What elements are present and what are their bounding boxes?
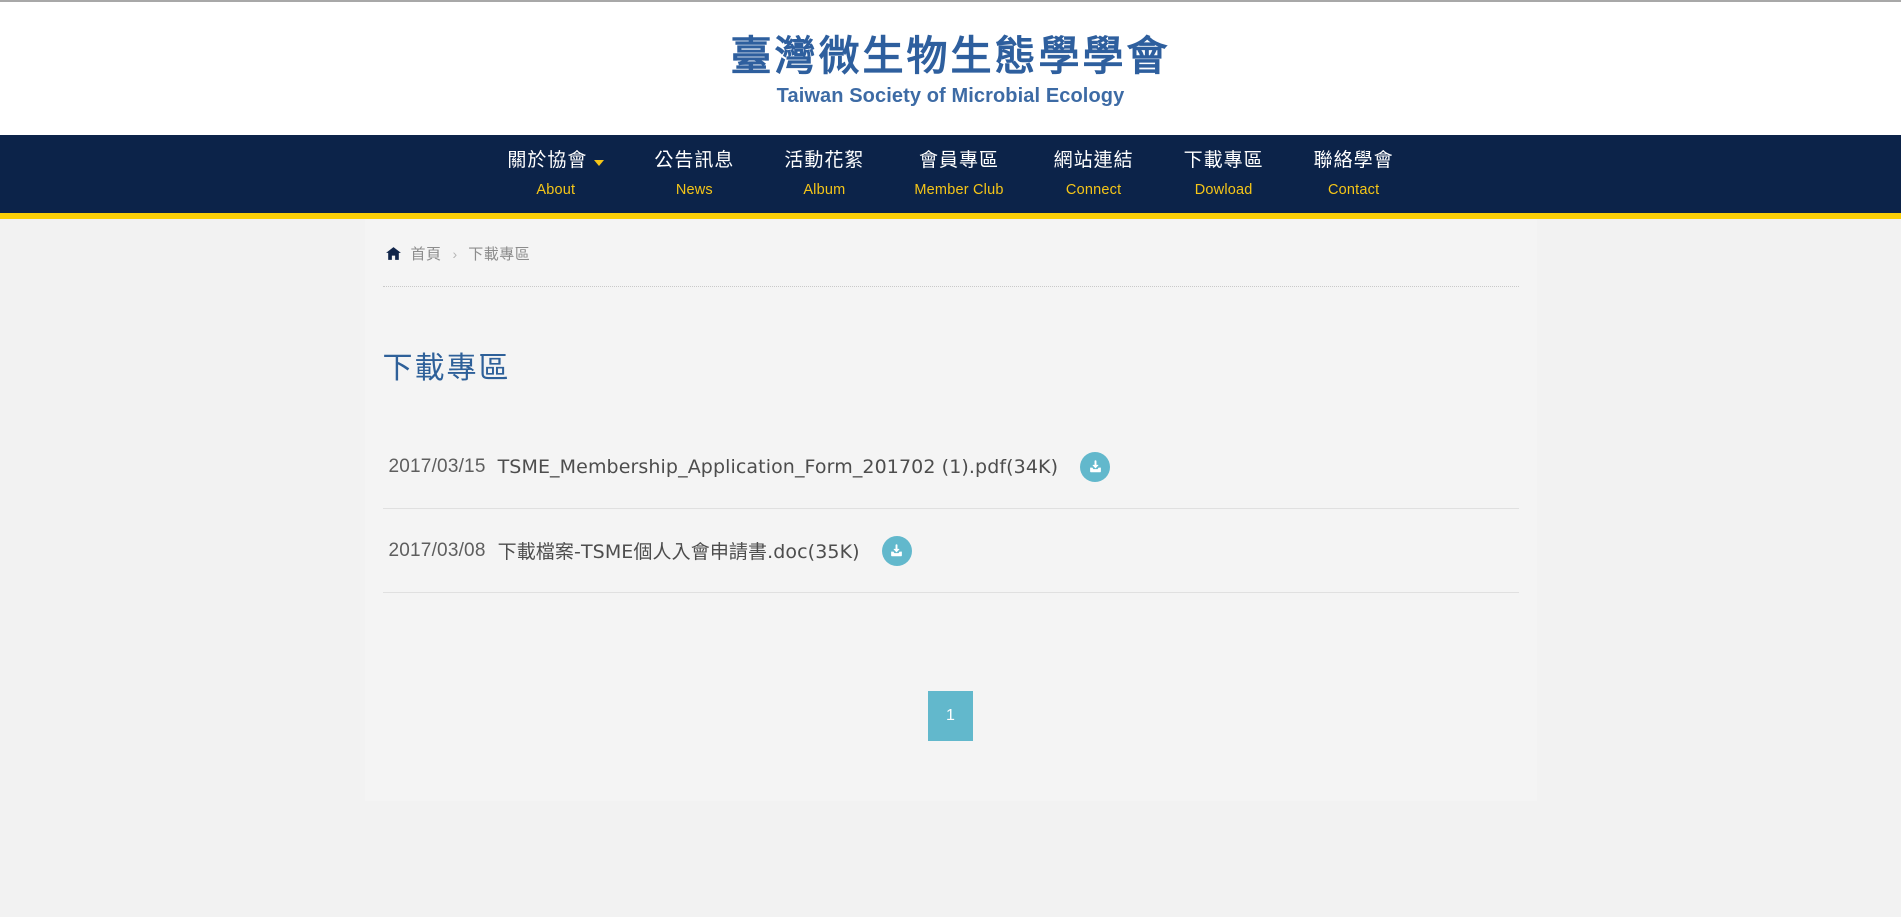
nav-label-cn-download: 下載專區 [1183, 149, 1264, 172]
download-icon[interactable] [1080, 451, 1111, 482]
nav-item-about[interactable]: 關於協會 About [482, 149, 629, 198]
logo-title-english: Taiwan Society of Microbial Ecology [776, 84, 1125, 107]
nav-label-cn-album: 活動花絮 [784, 149, 865, 172]
nav-item-member-club[interactable]: 會員專區 Member Club [889, 149, 1028, 198]
page-title: 下載專區 [382, 351, 511, 386]
nav-items-container: 關於協會 About 公告訊息 News 活動花絮 Album 會員專區 Mem… [482, 149, 1419, 198]
pagination-page-1[interactable]: 1 [928, 691, 973, 741]
site-header: 臺灣微生物生態學學會 Taiwan Society of Microbial E… [0, 2, 1901, 135]
download-date: 2017/03/15 [388, 455, 486, 477]
breadcrumb-current-page: 下載專區 [468, 245, 531, 263]
nav-label-cn-connect: 網站連結 [1053, 149, 1134, 172]
breadcrumb-separator: › [452, 245, 458, 262]
logo-title-chinese: 臺灣微生物生態學學會 [730, 31, 1171, 80]
nav-item-album[interactable]: 活動花絮 Album [759, 149, 889, 198]
nav-label-en-about: About [536, 181, 576, 198]
nav-item-news[interactable]: 公告訊息 News [629, 149, 759, 198]
nav-label-cn-news: 公告訊息 [654, 149, 735, 172]
home-icon[interactable] [385, 245, 402, 262]
nav-item-contact[interactable]: 聯絡學會 Contact [1289, 149, 1419, 198]
breadcrumb-home-link[interactable]: 首頁 [411, 243, 442, 264]
list-item: 2017/03/15 TSME_Membership_Application_F… [382, 425, 1519, 509]
download-filename: 下載檔案-TSME個人入會申請書.doc(35K) [497, 541, 860, 563]
nav-label-cn-about: 關於協會 [507, 149, 588, 172]
download-list: 2017/03/15 TSME_Membership_Application_F… [382, 425, 1519, 593]
chevron-down-icon [594, 160, 605, 166]
download-icon[interactable] [881, 535, 912, 566]
breadcrumb: 首頁 › 下載專區 [365, 219, 1537, 286]
nav-label-en-contact: Contact [1327, 181, 1380, 198]
pagination: 1 [365, 691, 1537, 801]
nav-label-en-download: Dowload [1194, 181, 1253, 198]
list-item: 2017/03/08 下載檔案-TSME個人入會申請書.doc(35K) [382, 509, 1519, 593]
nav-label-en-album: Album [803, 181, 846, 198]
page-wrapper: 首頁 › 下載專區 下載專區 2017/03/15 TSME_Membershi… [0, 219, 1901, 801]
nav-label-en-member-club: Member Club [914, 181, 1004, 198]
nav-label-en-connect: Connect [1065, 181, 1122, 198]
content-panel: 首頁 › 下載專區 下載專區 2017/03/15 TSME_Membershi… [364, 219, 1537, 801]
breadcrumb-row: 首頁 › 下載專區 [385, 243, 531, 286]
nav-item-connect[interactable]: 網站連結 Connect [1029, 149, 1159, 198]
nav-label-en-news: News [675, 181, 713, 198]
nav-label-cn-contact: 聯絡學會 [1313, 149, 1394, 172]
download-filename: TSME_Membership_Application_Form_201702 … [497, 455, 1059, 478]
download-date: 2017/03/08 [388, 539, 486, 561]
main-navigation: 關於協會 About 公告訊息 News 活動花絮 Album 會員專區 Mem… [0, 135, 1901, 213]
site-logo[interactable]: 臺灣微生物生態學學會 Taiwan Society of Microbial E… [730, 31, 1171, 107]
nav-label-cn-member-club: 會員專區 [918, 149, 999, 172]
nav-item-download[interactable]: 下載專區 Dowload [1159, 149, 1289, 198]
